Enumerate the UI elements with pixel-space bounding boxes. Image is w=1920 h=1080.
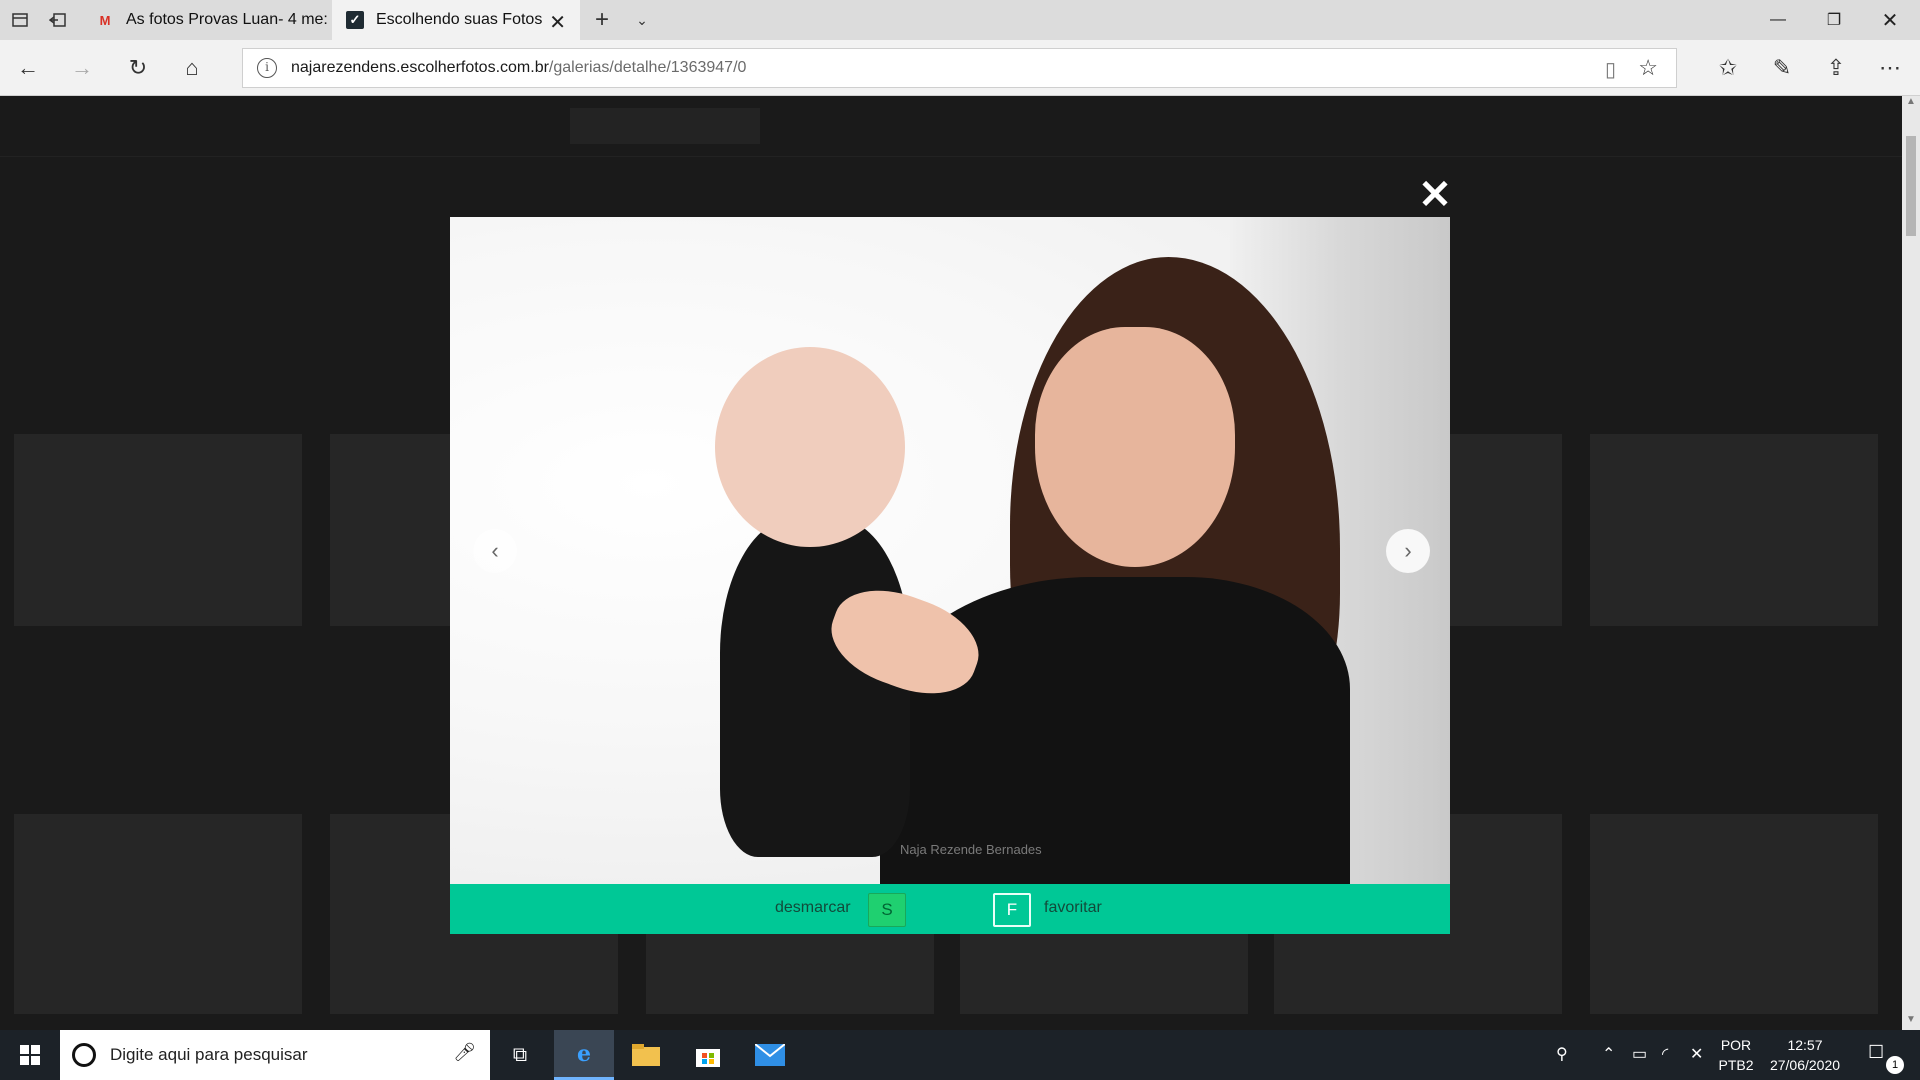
wifi-icon[interactable]: ◜ bbox=[1662, 1044, 1668, 1064]
refresh-icon[interactable]: ↻ bbox=[122, 52, 154, 84]
minimize-icon[interactable]: — bbox=[1750, 0, 1806, 40]
restore-icon[interactable]: ❐ bbox=[1806, 0, 1862, 40]
scrollbar-thumb[interactable] bbox=[1906, 136, 1916, 236]
taskbar-search-box[interactable]: Digite aqui para pesquisar 🎤︎ bbox=[60, 1030, 490, 1080]
unmark-key-button[interactable]: S bbox=[868, 893, 906, 927]
favorite-key-button[interactable]: F bbox=[993, 893, 1031, 927]
notification-badge: 1 bbox=[1886, 1056, 1904, 1074]
edge-icon[interactable]: e bbox=[554, 1030, 614, 1080]
page-scrollbar[interactable]: ▲ ▼ bbox=[1902, 96, 1920, 1030]
scroll-up-icon[interactable]: ▲ bbox=[1902, 96, 1920, 112]
checkmark-icon: ✓ bbox=[346, 11, 364, 29]
time: 12:57 bbox=[1787, 1037, 1823, 1053]
notification-center-icon[interactable]: ☐ 1 bbox=[1868, 1042, 1904, 1074]
close-tab-icon[interactable]: ✕ bbox=[549, 10, 566, 35]
url-field[interactable]: i najarezendens.escolherfotos.com.br/gal… bbox=[242, 48, 1677, 88]
selection-action-bar: desmarcar S F favoritar bbox=[450, 884, 1450, 934]
favorite-star-icon[interactable]: ☆ bbox=[1638, 55, 1658, 81]
favorites-icon[interactable]: ✩ bbox=[1712, 52, 1744, 84]
photo-thumbnail bbox=[1590, 814, 1878, 1014]
site-info-icon[interactable]: i bbox=[257, 58, 277, 78]
tab-title: Escolhendo suas Fotos bbox=[376, 11, 543, 28]
photo-thumbnail bbox=[14, 814, 302, 1014]
next-photo-button[interactable]: › bbox=[1386, 529, 1430, 573]
language-indicator[interactable]: POR PTB2 bbox=[1716, 1035, 1756, 1075]
battery-icon[interactable]: ▭ bbox=[1632, 1044, 1647, 1064]
share-icon[interactable]: ⇪ bbox=[1820, 52, 1852, 84]
task-view-icon[interactable]: ⧉ bbox=[490, 1030, 550, 1080]
pen-icon[interactable]: ✎ bbox=[1766, 52, 1798, 84]
chevron-up-icon[interactable]: ⌃ bbox=[1602, 1044, 1615, 1064]
cortana-icon bbox=[72, 1043, 96, 1067]
close-window-icon[interactable]: ✕ bbox=[1862, 0, 1918, 40]
send-selection-button-dim bbox=[570, 108, 760, 144]
windows-logo-icon bbox=[20, 1045, 40, 1065]
browser-tab-bar: M As fotos Provas Luan- 4 me: ✓ Escolhen… bbox=[0, 0, 1920, 40]
lightbox-photo: Naja Rezende Bernades bbox=[450, 217, 1450, 884]
unmark-label[interactable]: desmarcar bbox=[775, 899, 851, 917]
file-explorer-icon[interactable] bbox=[616, 1030, 676, 1080]
mail-icon[interactable] bbox=[740, 1030, 800, 1080]
previous-photo-button[interactable]: ‹ bbox=[473, 529, 517, 573]
date: 27/06/2020 bbox=[1769, 1057, 1841, 1073]
forward-icon[interactable]: → bbox=[66, 52, 98, 84]
new-tab-icon[interactable]: + bbox=[590, 6, 614, 33]
photo-watermark: Naja Rezende Bernades bbox=[900, 842, 1042, 857]
close-lightbox-icon[interactable]: ✕ bbox=[1418, 175, 1452, 215]
divider bbox=[0, 156, 1902, 157]
tab-title: As fotos Provas Luan- 4 me: bbox=[126, 11, 328, 28]
more-icon[interactable]: ⋯ bbox=[1874, 52, 1906, 84]
reading-view-icon[interactable]: ▯ bbox=[1605, 57, 1616, 82]
scroll-down-icon[interactable]: ▼ bbox=[1902, 1014, 1920, 1030]
tab-actions-icon[interactable] bbox=[8, 8, 32, 32]
microphone-icon[interactable]: 🎤︎ bbox=[453, 1042, 476, 1063]
search-placeholder: Digite aqui para pesquisar bbox=[110, 1045, 308, 1064]
store-icon[interactable] bbox=[678, 1030, 738, 1080]
tab-gmail[interactable]: M As fotos Provas Luan- 4 me: bbox=[82, 0, 332, 40]
clock[interactable]: 12:57 27/06/2020 bbox=[1762, 1035, 1848, 1075]
people-icon[interactable]: ⚲ bbox=[1556, 1044, 1568, 1064]
url-text: najarezendens.escolherfotos.com.br/galer… bbox=[291, 59, 747, 76]
tab-escolhendo-fotos[interactable]: ✓ Escolhendo suas Fotos ✕ bbox=[332, 0, 580, 40]
start-button[interactable] bbox=[0, 1030, 60, 1080]
gmail-icon: M bbox=[99, 12, 111, 28]
address-bar: ← → ↻ ⌂ i najarezendens.escolherfotos.co… bbox=[0, 40, 1920, 96]
windows-taskbar: Digite aqui para pesquisar 🎤︎ ⧉ e ⚲ ⌃ ▭ … bbox=[0, 1030, 1920, 1080]
back-icon[interactable]: ← bbox=[12, 52, 44, 84]
photo-thumbnail bbox=[1590, 434, 1878, 626]
home-icon[interactable]: ⌂ bbox=[176, 52, 208, 84]
favorite-label[interactable]: favoritar bbox=[1044, 899, 1102, 917]
photo-subject bbox=[720, 517, 910, 857]
photo-subject bbox=[1035, 327, 1235, 567]
chevron-down-icon[interactable]: ⌄ bbox=[630, 8, 654, 32]
set-tabs-aside-icon[interactable] bbox=[46, 8, 70, 32]
photo-thumbnail bbox=[14, 434, 302, 626]
photo-subject bbox=[715, 347, 905, 547]
volume-muted-icon[interactable]: ✕ bbox=[1690, 1044, 1703, 1064]
